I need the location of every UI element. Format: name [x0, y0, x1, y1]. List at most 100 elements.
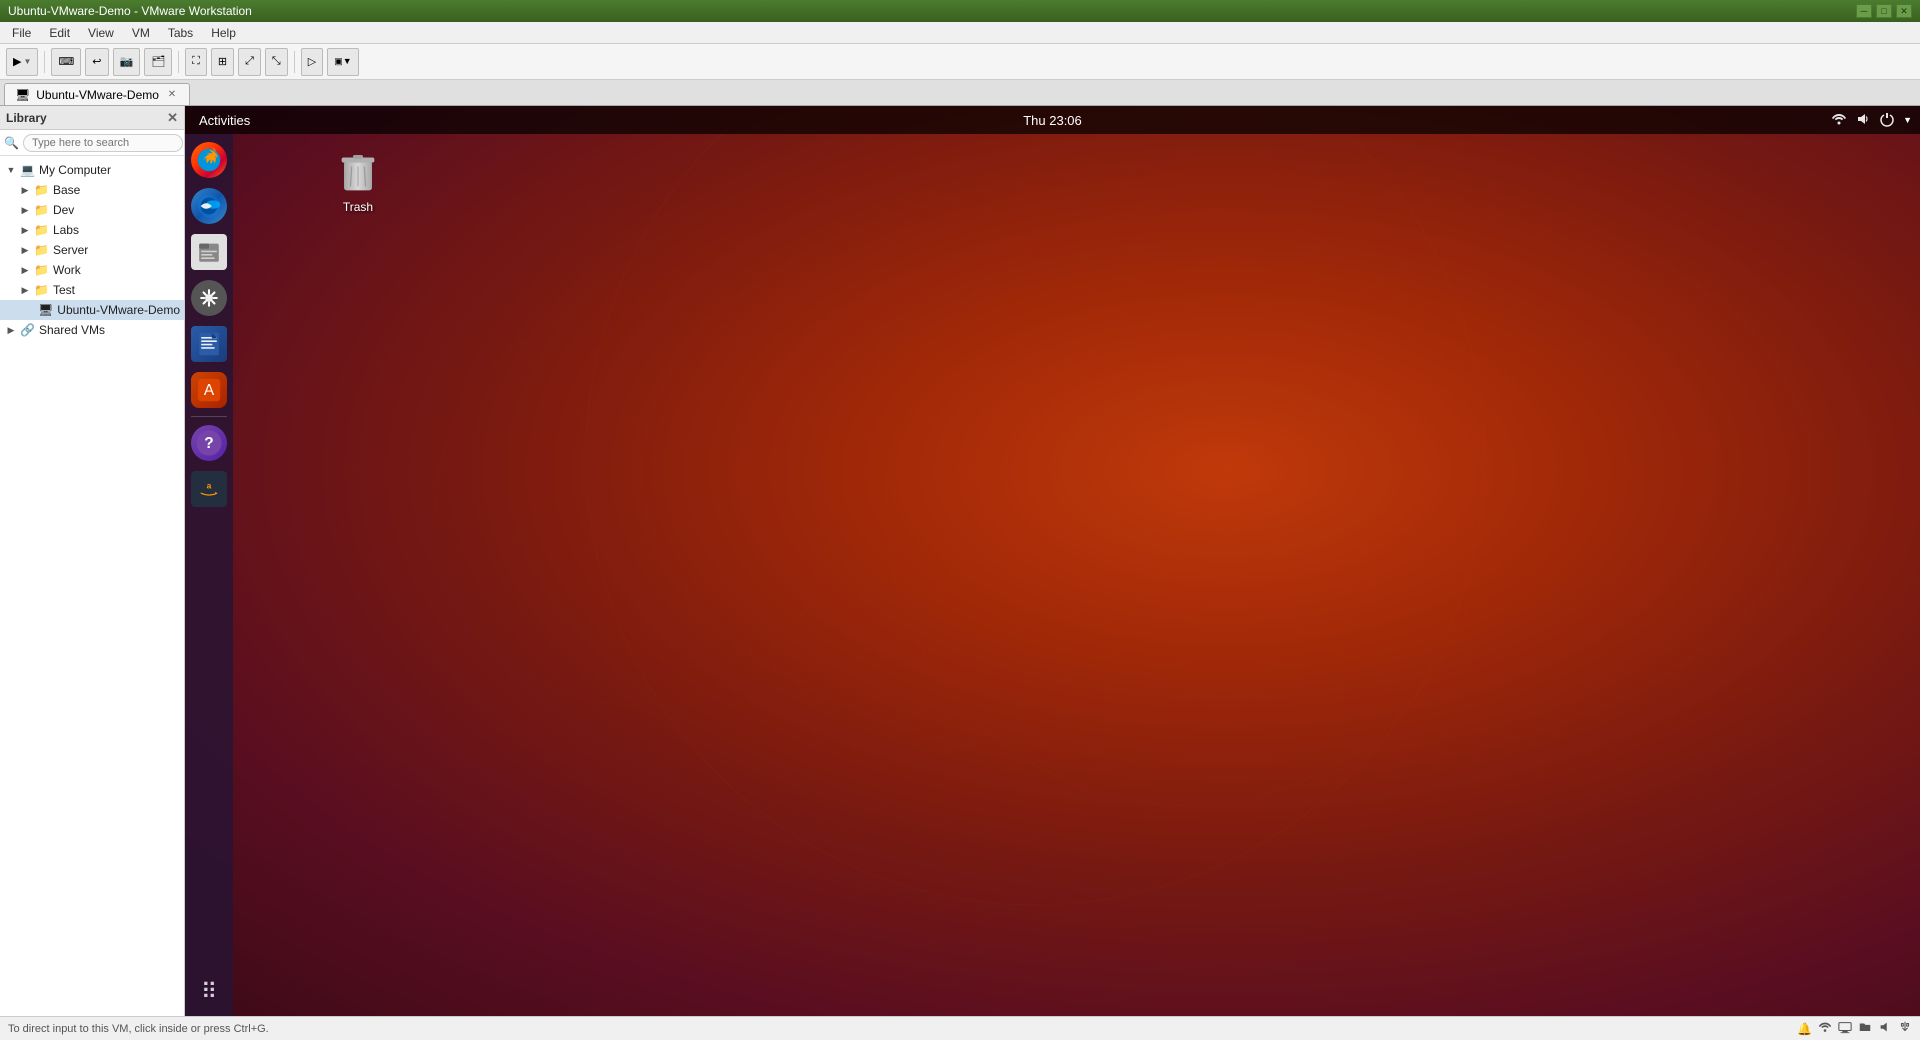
restore-button[interactable]: □	[1876, 4, 1892, 18]
systray-dropdown-arrow[interactable]: ▼	[1903, 115, 1912, 125]
ubuntu-top-panel: Activities Thu 23:06	[185, 106, 1920, 134]
snapshot-revert-button[interactable]: ↩	[85, 48, 108, 76]
sidebar-close-button[interactable]: ✕	[167, 110, 178, 126]
enter-vm-button[interactable]: ▷	[301, 48, 323, 76]
sidebar-item-my-computer[interactable]: ▼ 💻 My Computer	[0, 160, 184, 180]
fit-window-button[interactable]: ⤡	[265, 48, 288, 76]
launcher-thunderbird[interactable]	[189, 186, 229, 226]
fullscreen-button[interactable]: ⛶	[185, 48, 207, 76]
sidebar-item-labs[interactable]: ▶ 📁 Labs	[0, 220, 184, 240]
desktop-icons-area: Trash	[243, 134, 1920, 1016]
tab-vm-icon: 🖥	[15, 88, 30, 102]
vmtools-icon: ▣▼	[334, 56, 351, 67]
notification-icon[interactable]: 🔔	[1797, 1022, 1812, 1036]
expand-icon-labs: ▶	[18, 225, 32, 236]
vm-usb-icon[interactable]	[1898, 1020, 1912, 1037]
fit-guest-button[interactable]: ⤢	[238, 48, 261, 76]
sidebar-item-label-ubuntu: Ubuntu-VMware-Demo	[57, 303, 180, 317]
svg-text:?: ?	[204, 435, 213, 452]
sidebar-item-base[interactable]: ▶ 📁 Base	[0, 180, 184, 200]
menu-edit[interactable]: Edit	[41, 24, 78, 42]
tab-ubuntu-vmware-demo[interactable]: 🖥 Ubuntu-VMware-Demo ✕	[4, 83, 190, 105]
sidebar-header-label: Library	[6, 111, 47, 125]
power-button[interactable]: ▶ ▼	[6, 48, 38, 76]
unity-icon: ⊞	[218, 55, 227, 68]
statusbar-right: 🔔	[1797, 1020, 1912, 1037]
menu-help[interactable]: Help	[203, 24, 244, 42]
menu-tabs[interactable]: Tabs	[160, 24, 201, 42]
toolbar-separator-2	[178, 51, 179, 73]
network-status-icon[interactable]	[1818, 1020, 1832, 1037]
sidebar-item-server[interactable]: ▶ 📁 Server	[0, 240, 184, 260]
launcher-files[interactable]	[189, 232, 229, 272]
ubuntu-clock: Thu 23:06	[1023, 113, 1082, 128]
firefox-icon	[191, 142, 227, 178]
power-status-icon[interactable]	[1879, 111, 1895, 130]
folder-icon-labs: 📁	[34, 223, 49, 237]
menu-view[interactable]: View	[80, 24, 122, 42]
statusbar: To direct input to this VM, click inside…	[0, 1016, 1920, 1040]
sidebar-item-work[interactable]: ▶ 📁 Work	[0, 260, 184, 280]
folder-icon-server: 📁	[34, 243, 49, 257]
sidebar-item-label-shared: Shared VMs	[39, 323, 105, 337]
vm-icon-ubuntu: 🖥	[38, 303, 53, 317]
snapshot-take-button[interactable]: 📷	[113, 48, 141, 76]
desktop-icon-trash[interactable]: Trash	[323, 148, 393, 214]
minimize-button[interactable]: ─	[1856, 4, 1872, 18]
expand-icon-dev: ▶	[18, 205, 32, 216]
tab-close-button[interactable]: ✕	[165, 88, 179, 102]
sidebar-item-shared-vms[interactable]: ▶ 🔗 Shared VMs	[0, 320, 184, 340]
power-icon: ▶	[13, 55, 21, 68]
expand-icon-test: ▶	[18, 285, 32, 296]
toolbar-separator-1	[44, 51, 45, 73]
send-ctrl-alt-del-button[interactable]: ⌨	[51, 48, 81, 76]
vm-desktop-area[interactable]: Activities Thu 23:06	[185, 106, 1920, 1016]
sidebar-item-label-dev: Dev	[53, 203, 74, 217]
sidebar-item-test[interactable]: ▶ 📁 Test	[0, 280, 184, 300]
close-button[interactable]: ✕	[1896, 4, 1912, 18]
svg-text:A: A	[204, 382, 215, 399]
snapshot-manager-icon: 🗂	[151, 55, 165, 68]
menu-vm[interactable]: VM	[124, 24, 158, 42]
launcher-apps-grid-button[interactable]: ⠿	[189, 972, 229, 1012]
expand-icon-server: ▶	[18, 245, 32, 256]
tabbar: 🖥 Ubuntu-VMware-Demo ✕	[0, 80, 1920, 106]
tab-label: Ubuntu-VMware-Demo	[36, 88, 159, 102]
amazon-icon: a	[191, 471, 227, 507]
fit-guest-icon: ⤢	[245, 55, 254, 68]
sidebar-tree: ▼ 💻 My Computer ▶ 📁 Base ▶ 📁 Dev ▶ 📁 Lab…	[0, 156, 184, 1016]
unity-button[interactable]: ⊞	[211, 48, 234, 76]
sidebar-item-ubuntu-vmware-demo[interactable]: 🖥 Ubuntu-VMware-Demo	[0, 300, 184, 320]
bg-circle-3	[435, 306, 835, 706]
sidebar-item-dev[interactable]: ▶ 📁 Dev	[0, 200, 184, 220]
launcher-amazon[interactable]: a	[189, 469, 229, 509]
launcher-firefox[interactable]	[189, 140, 229, 180]
vmtools-button[interactable]: ▣▼	[327, 48, 358, 76]
shared-icon: 🔗	[20, 323, 35, 337]
launcher-ubuntu-software[interactable]: A	[189, 370, 229, 410]
vm-connect-icon[interactable]	[1838, 1020, 1852, 1037]
vm-audio-icon[interactable]	[1878, 1020, 1892, 1037]
menu-file[interactable]: File	[4, 24, 39, 42]
sidebar-item-label-test: Test	[53, 283, 75, 297]
fullscreen-icon: ⛶	[192, 55, 200, 68]
sidebar-header: Library ✕	[0, 106, 184, 130]
launcher-libreoffice[interactable]	[189, 324, 229, 364]
ubuntu-desktop[interactable]: Activities Thu 23:06	[185, 106, 1920, 1016]
fit-window-icon: ⤡	[272, 55, 281, 68]
launcher-help[interactable]: ?	[189, 423, 229, 463]
enter-vm-icon: ▷	[308, 55, 316, 68]
help-icon: ?	[191, 425, 227, 461]
volume-icon[interactable]	[1855, 111, 1871, 130]
trash-icon-image	[337, 148, 379, 196]
toolbar: ▶ ▼ ⌨ ↩ 📷 🗂 ⛶ ⊞ ⤢ ⤡ ▷ ▣▼	[0, 44, 1920, 80]
ubuntu-activities-button[interactable]: Activities	[193, 111, 256, 130]
power-dropdown-arrow: ▼	[23, 57, 31, 66]
vm-shared-folder-icon[interactable]	[1858, 1020, 1872, 1037]
snapshot-manager-button[interactable]: 🗂	[144, 48, 172, 76]
titlebar-title: Ubuntu-VMware-Demo - VMware Workstation	[8, 4, 252, 18]
search-input[interactable]	[23, 134, 183, 152]
launcher-settings[interactable]	[189, 278, 229, 318]
network-icon[interactable]	[1831, 111, 1847, 130]
statusbar-message: To direct input to this VM, click inside…	[8, 1023, 269, 1035]
